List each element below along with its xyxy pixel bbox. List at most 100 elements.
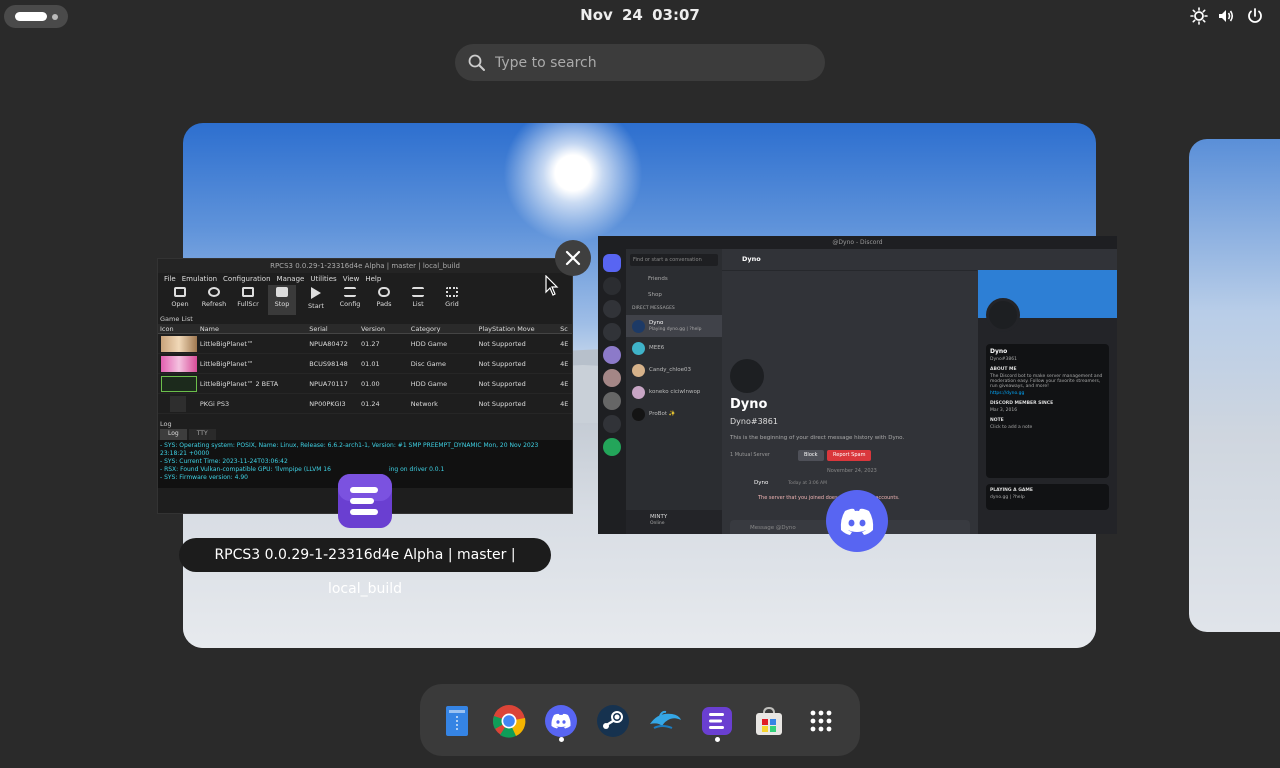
profile-link[interactable]: https://dyno.gg [990, 391, 1105, 396]
open-button[interactable]: Open [166, 285, 194, 315]
close-icon [565, 250, 581, 266]
fullscreen-button[interactable]: FullScr [234, 285, 262, 315]
menu-view[interactable]: View [343, 273, 360, 285]
chat-intro-tag: Dyno#3861 [730, 417, 778, 426]
tab-tty[interactable]: TTY [188, 429, 216, 440]
grid-label: Grid [445, 300, 459, 308]
dm-item-probot[interactable]: ProBot ✨ [626, 403, 722, 425]
block-button[interactable]: Block [798, 450, 824, 461]
menu-configuration[interactable]: Configuration [223, 273, 270, 285]
menu-manage[interactable]: Manage [277, 273, 305, 285]
chrome-icon[interactable] [492, 704, 526, 738]
table-row[interactable]: LittleBigPlanet™ BCUS98148 01.01 Disc Ga… [158, 354, 572, 374]
column-version[interactable]: Version [359, 325, 409, 333]
game-thumbnail [170, 395, 186, 412]
message-author-name: Dyno [754, 480, 769, 486]
list-icon [412, 287, 424, 297]
profile-tag: Dyno#3861 [990, 357, 1017, 362]
server-icon[interactable] [603, 277, 621, 295]
stop-button[interactable]: Stop [268, 285, 296, 315]
menu-utilities[interactable]: Utilities [310, 273, 336, 285]
column-icon[interactable]: Icon [158, 325, 198, 333]
avatar [632, 341, 645, 355]
clock[interactable]: Nov 24 03:07 [0, 6, 1280, 24]
game-sc: 4E [560, 379, 569, 388]
game-icon-cell [158, 355, 198, 372]
server-icon[interactable] [603, 392, 621, 410]
files-icon[interactable] [440, 704, 474, 738]
game-list-header: Icon Name Serial Version Category PlaySt… [158, 324, 572, 334]
pads-button[interactable]: Pads [370, 285, 398, 315]
menu-emulation[interactable]: Emulation [182, 273, 217, 285]
mutual-servers[interactable]: 1 Mutual Server [730, 452, 770, 458]
dm-item-candy[interactable]: Candy_chloe03 [626, 359, 722, 381]
note-input[interactable]: Click to add a note [990, 425, 1105, 430]
play-icon [311, 287, 321, 299]
grid-button[interactable]: Grid [438, 285, 466, 315]
table-row[interactable]: LittleBigPlanet™ NPUA80472 01.27 HDD Gam… [158, 334, 572, 354]
steam-icon[interactable] [596, 704, 630, 738]
dm-item-mee6[interactable]: MEE6 [626, 337, 722, 359]
chat-intro-name: Dyno [730, 397, 768, 412]
config-button[interactable]: Config [336, 285, 364, 315]
about-text: The Discord bot to make server managemen… [990, 374, 1103, 389]
game-category: HDD Game [410, 339, 448, 348]
rpcs3-app-icon [338, 474, 392, 528]
next-workspace-thumbnail[interactable] [1189, 139, 1280, 632]
brightness-icon[interactable] [1190, 7, 1208, 25]
menu-file[interactable]: File [164, 273, 176, 285]
friends-link[interactable]: Friends [626, 271, 722, 287]
column-name[interactable]: Name [198, 325, 307, 333]
list-label: List [412, 300, 424, 308]
user-panel[interactable]: MINTY Online [626, 510, 722, 534]
search-input[interactable] [495, 44, 815, 81]
app-grid-icon[interactable] [804, 704, 838, 738]
member-since-label: DISCORD MEMBER SINCE [990, 401, 1054, 406]
table-row[interactable]: PKGi PS3 NP00PKGI3 01.24 Network Not Sup… [158, 394, 572, 414]
shop-link[interactable]: Shop [626, 287, 722, 303]
discord-icon[interactable] [544, 704, 578, 738]
dm-item-dyno[interactable]: Dyno Playing dyno.gg | ?help [626, 315, 722, 337]
column-category[interactable]: Category [409, 325, 477, 333]
profile-name: Dyno [990, 348, 1008, 355]
rpcs3-toolbar: Open Refresh FullScr Stop Start Config P… [158, 285, 572, 315]
volume-icon[interactable] [1217, 7, 1235, 25]
tab-log[interactable]: Log [160, 429, 187, 440]
server-icon[interactable] [603, 323, 621, 341]
game-name: LittleBigPlanet™ [199, 339, 254, 348]
menu-help[interactable]: Help [365, 273, 381, 285]
list-button[interactable]: List [404, 285, 432, 315]
discord-home-icon[interactable] [603, 254, 621, 272]
column-move[interactable]: PlayStation Move [476, 325, 558, 333]
start-button[interactable]: Start [302, 285, 330, 315]
column-sc[interactable]: Sc [558, 325, 572, 333]
column-serial[interactable]: Serial [307, 325, 359, 333]
add-server-icon[interactable] [603, 415, 621, 433]
server-icon[interactable] [603, 346, 621, 364]
software-center-icon[interactable] [752, 704, 786, 738]
explore-icon[interactable] [603, 438, 621, 456]
game-serial: NPUA70117 [309, 379, 348, 388]
game-serial: NP00PKGI3 [309, 399, 346, 408]
mouse-pointer-icon [545, 275, 559, 296]
game-icon-cell [158, 395, 198, 412]
dm-search-input[interactable]: Find or start a conversation [630, 254, 718, 266]
server-icon[interactable] [603, 369, 621, 387]
server-icon[interactable] [603, 300, 621, 318]
member-since: Mar 3, 2016 [990, 408, 1018, 413]
refresh-button[interactable]: Refresh [200, 285, 228, 315]
close-window-button[interactable] [555, 240, 591, 276]
rpcs3-icon[interactable] [700, 704, 734, 738]
game-move: Not Supported [478, 399, 526, 408]
search-bar[interactable] [455, 44, 825, 81]
dolphin-icon[interactable] [648, 704, 682, 738]
game-sc: 4E [560, 339, 569, 348]
running-indicator [715, 737, 720, 742]
config-label: Config [339, 300, 361, 308]
discord-title: @Dyno - Discord [598, 236, 1117, 249]
table-row[interactable]: LittleBigPlanet™ 2 BETA NPUA70117 01.00 … [158, 374, 572, 394]
about-label: ABOUT ME [990, 367, 1017, 372]
dm-item-koneko[interactable]: koneko ciciwlnwop [626, 381, 722, 403]
power-icon[interactable] [1246, 7, 1264, 25]
report-spam-button[interactable]: Report Spam [827, 450, 872, 461]
